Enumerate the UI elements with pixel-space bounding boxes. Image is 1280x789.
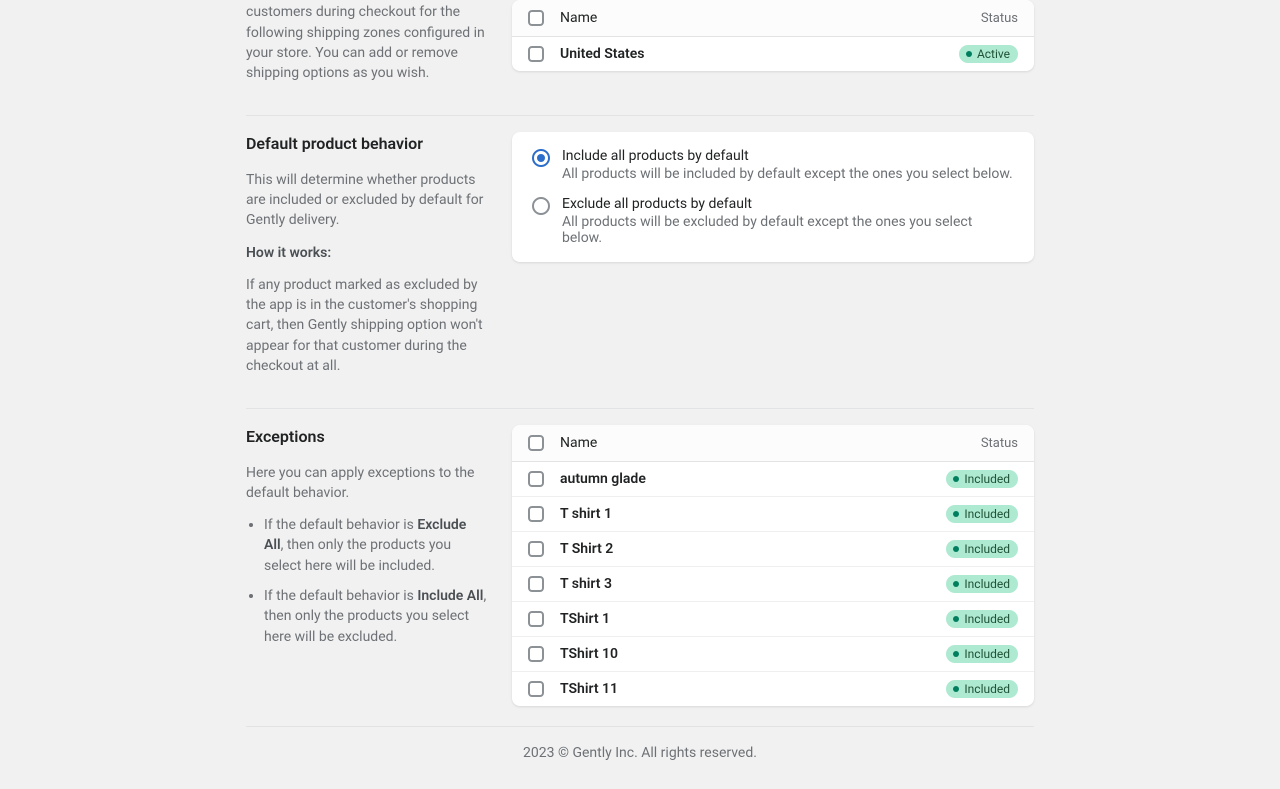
row-checkbox[interactable] — [528, 541, 544, 557]
product-name: T Shirt 2 — [560, 541, 928, 557]
shipping-zones-desc: Gently shipping option will appear for c… — [246, 0, 488, 83]
table-row: TShirt 11 Included — [512, 672, 1034, 706]
section-default-behavior: Default product behavior This will deter… — [246, 116, 1034, 408]
zone-name: United States — [560, 46, 928, 62]
status-badge: Included — [946, 645, 1018, 663]
table-row: United States Active — [512, 37, 1034, 71]
shipping-zones-table: Name Status United States Active — [512, 0, 1034, 71]
radio-label: Include all products by default — [562, 148, 1013, 164]
table-row: TShirt 1 Included — [512, 602, 1034, 637]
select-all-checkbox[interactable] — [528, 435, 544, 451]
status-badge: Included — [946, 610, 1018, 628]
product-name: TShirt 11 — [560, 681, 928, 697]
product-name: autumn glade — [560, 471, 928, 487]
table-header: Name Status — [512, 425, 1034, 462]
row-checkbox[interactable] — [528, 646, 544, 662]
status-badge: Active — [959, 45, 1018, 63]
status-badge: Included — [946, 505, 1018, 523]
exceptions-title: Exceptions — [246, 425, 488, 448]
exception-bullet: If the default behavior is Exclude All, … — [264, 515, 488, 576]
default-behavior-title: Default product behavior — [246, 132, 488, 155]
status-badge: Included — [946, 575, 1018, 593]
radio-desc: All products will be excluded by default… — [562, 214, 1014, 246]
table-header: Name Status — [512, 0, 1034, 37]
exceptions-table: Name Status autumn gladeIncludedT shirt … — [512, 425, 1034, 706]
status-badge: Included — [946, 680, 1018, 698]
radio-label: Exclude all products by default — [562, 196, 1014, 212]
radio-option[interactable]: Include all products by default All produ… — [532, 148, 1014, 182]
col-status: Status — [928, 11, 1018, 26]
col-status: Status — [928, 436, 1018, 451]
exception-bullet: If the default behavior is Include All, … — [264, 586, 488, 647]
status-badge: Included — [946, 540, 1018, 558]
how-it-works-label: How it works: — [246, 245, 331, 261]
radio-desc: All products will be included by default… — [562, 166, 1013, 182]
section-exceptions: Exceptions Here you can apply exceptions… — [246, 409, 1034, 726]
how-it-works-body: If any product marked as excluded by the… — [246, 275, 488, 376]
row-checkbox[interactable] — [528, 576, 544, 592]
exceptions-desc: Here you can apply exceptions to the def… — [246, 463, 488, 504]
product-name: T shirt 1 — [560, 506, 928, 522]
table-row: T shirt 3 Included — [512, 567, 1034, 602]
product-name: TShirt 1 — [560, 611, 928, 627]
default-behavior-card: Include all products by default All produ… — [512, 132, 1034, 262]
row-checkbox[interactable] — [528, 506, 544, 522]
select-all-checkbox[interactable] — [528, 10, 544, 26]
col-name: Name — [560, 435, 928, 451]
section-shipping-zones: Gently shipping option will appear for c… — [246, 0, 1034, 115]
col-name: Name — [560, 10, 928, 26]
row-checkbox[interactable] — [528, 471, 544, 487]
radio-icon — [532, 149, 550, 167]
status-badge: Included — [946, 470, 1018, 488]
row-checkbox[interactable] — [528, 46, 544, 62]
row-checkbox[interactable] — [528, 681, 544, 697]
table-row: T Shirt 2 Included — [512, 532, 1034, 567]
table-row: autumn glade Included — [512, 462, 1034, 497]
radio-option[interactable]: Exclude all products by default All produ… — [532, 196, 1014, 246]
default-behavior-desc: This will determine whether products are… — [246, 170, 488, 231]
product-name: T shirt 3 — [560, 576, 928, 592]
table-row: T shirt 1 Included — [512, 497, 1034, 532]
footer-text: 2023 © Gently Inc. All rights reserved. — [246, 727, 1034, 769]
row-checkbox[interactable] — [528, 611, 544, 627]
product-name: TShirt 10 — [560, 646, 928, 662]
radio-icon — [532, 197, 550, 215]
table-row: TShirt 10 Included — [512, 637, 1034, 672]
